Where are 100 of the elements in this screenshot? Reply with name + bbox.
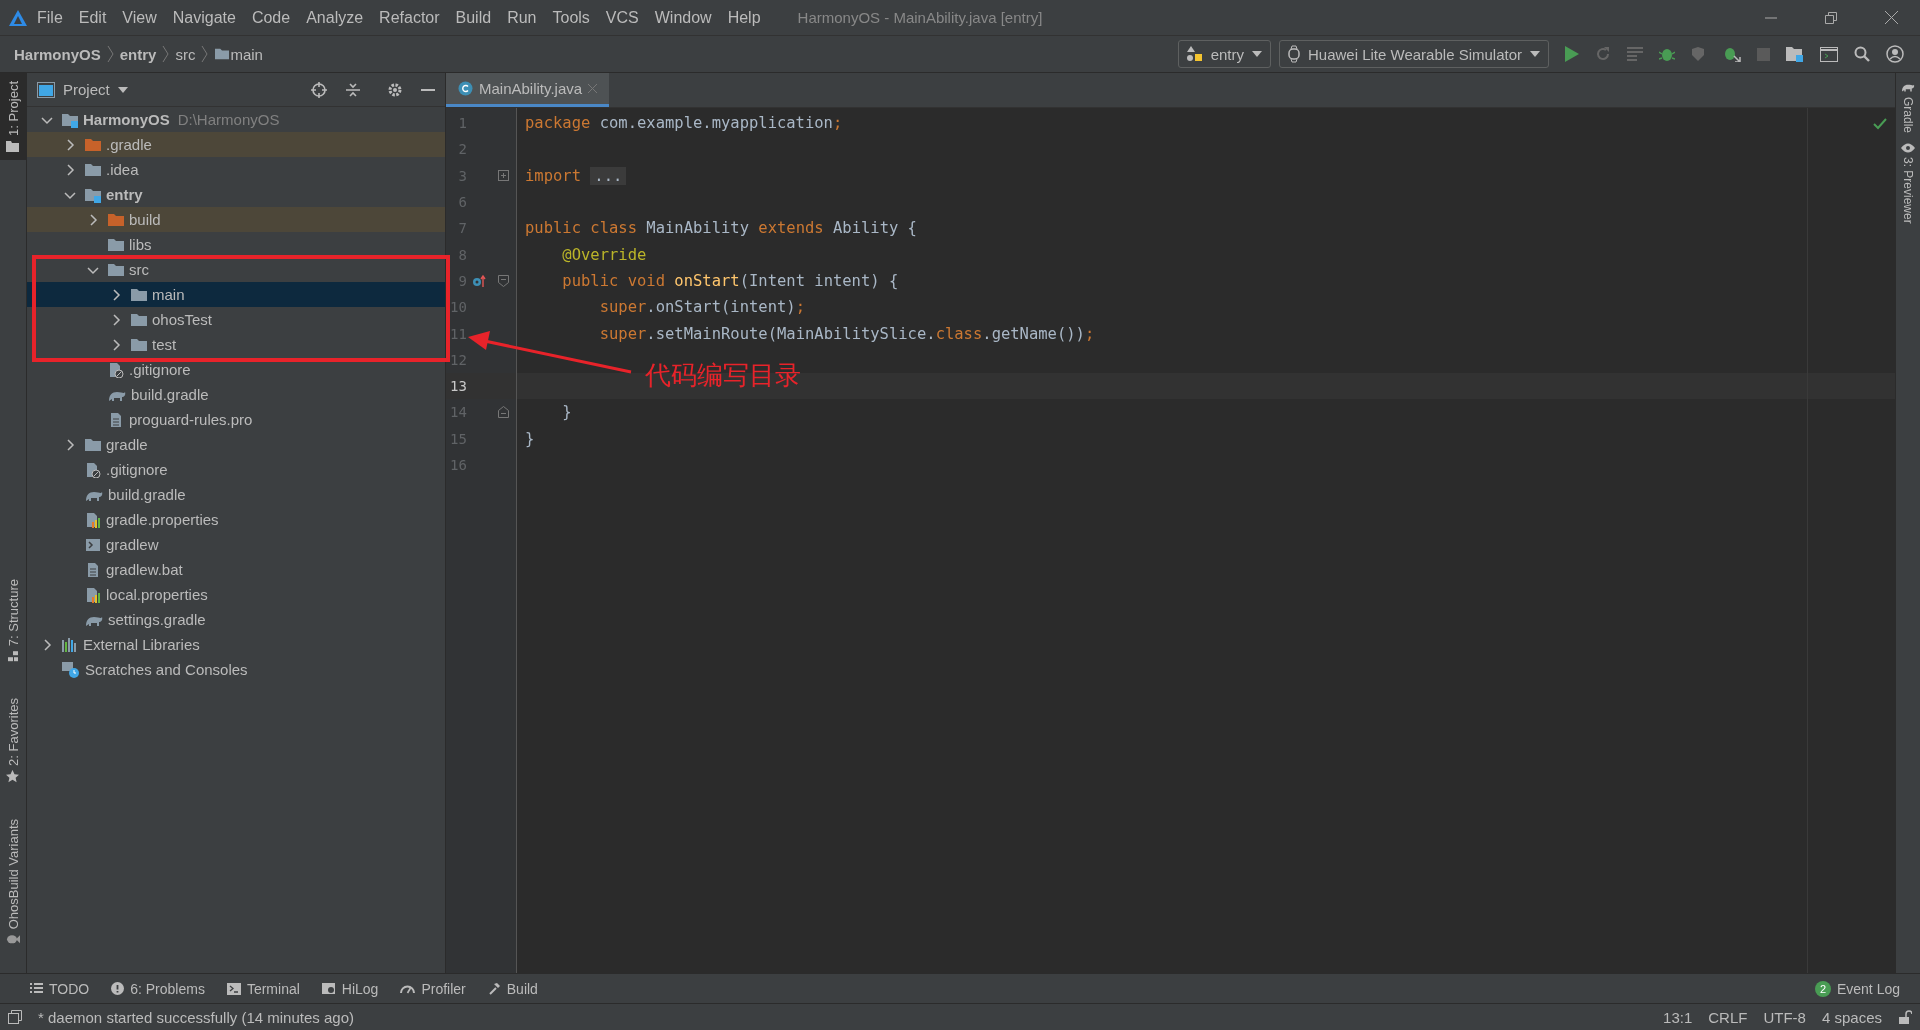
panel-title[interactable]: Project bbox=[63, 81, 110, 98]
device-select[interactable]: Huawei Lite Wearable Simulator bbox=[1279, 40, 1549, 68]
menu-item[interactable]: Code bbox=[244, 4, 298, 31]
menu-item[interactable]: Analyze bbox=[299, 4, 371, 31]
tree-item[interactable]: .gitignore bbox=[27, 357, 445, 382]
breadcrumb-separator-icon bbox=[162, 45, 170, 63]
tool-window-tab[interactable]: 3: Previewer bbox=[1901, 143, 1915, 224]
fold-icon[interactable] bbox=[498, 406, 510, 419]
tree-item[interactable]: main bbox=[27, 282, 445, 307]
window-title: HarmonyOS - MainAbility.java [entry] bbox=[797, 9, 1044, 26]
hide-icon[interactable] bbox=[421, 88, 435, 91]
account-icon[interactable] bbox=[1886, 45, 1904, 63]
collapse-all-icon[interactable] bbox=[345, 81, 361, 98]
tree-item-label: build.gradle bbox=[131, 386, 209, 403]
project-structure-icon[interactable] bbox=[1786, 46, 1804, 62]
gauge-icon bbox=[400, 983, 416, 994]
tree-item[interactable]: .gitignore bbox=[27, 457, 445, 482]
menu-item[interactable]: Help bbox=[720, 4, 768, 31]
dropdown-caret-icon[interactable] bbox=[117, 86, 128, 93]
menu-item[interactable]: Window bbox=[647, 4, 719, 31]
tree-item-label: build bbox=[129, 211, 161, 228]
menu-item[interactable]: Tools bbox=[545, 4, 597, 31]
menu-item[interactable]: Build bbox=[448, 4, 499, 31]
tree-item[interactable]: .gradle bbox=[27, 132, 445, 157]
tree-item[interactable]: External Libraries bbox=[27, 632, 445, 657]
tree-item-label: main bbox=[152, 286, 185, 303]
fold-icon[interactable] bbox=[498, 274, 510, 287]
menu-item[interactable]: VCS bbox=[598, 4, 646, 31]
tree-item[interactable]: gradle.properties bbox=[27, 507, 445, 532]
tree-item-label: test bbox=[152, 336, 177, 353]
breadcrumb-item[interactable]: src bbox=[175, 45, 196, 63]
tool-window-tab[interactable]: OhosBuild Variants bbox=[0, 810, 26, 953]
device-manager-icon[interactable] bbox=[1820, 46, 1838, 62]
module-folder-icon bbox=[61, 111, 79, 128]
tree-item[interactable]: gradle bbox=[27, 432, 445, 457]
menu-item[interactable]: Run bbox=[500, 4, 544, 31]
breadcrumb-item[interactable]: entry bbox=[119, 45, 157, 63]
tree-item[interactable]: local.properties bbox=[27, 582, 445, 607]
breadcrumb-item[interactable]: main bbox=[230, 45, 263, 63]
menu-item[interactable]: Edit bbox=[71, 4, 114, 31]
tree-item[interactable]: entry bbox=[27, 182, 445, 207]
tree-item-label: build.gradle bbox=[108, 486, 186, 503]
tree-item[interactable]: ohosTest bbox=[27, 307, 445, 332]
tool-window-tab[interactable]: 2: Favorites bbox=[0, 689, 26, 791]
tree-item-label: HarmonyOS bbox=[83, 111, 170, 128]
structure-icon bbox=[7, 649, 19, 662]
search-icon[interactable] bbox=[1854, 46, 1870, 62]
tool-window-tab[interactable]: Gradle bbox=[1900, 81, 1916, 134]
tree-item[interactable]: gradlew.bat bbox=[27, 557, 445, 582]
editor-tab[interactable]: MainAbility.java bbox=[446, 73, 610, 107]
fold-expand-icon[interactable] bbox=[498, 170, 510, 182]
tool-tab[interactable]: Terminal bbox=[226, 980, 300, 997]
properties-file-icon bbox=[84, 511, 102, 528]
tree-item[interactable]: libs bbox=[27, 232, 445, 257]
tool-tab[interactable]: 6: Problems bbox=[111, 980, 205, 997]
tree-item[interactable]: src bbox=[27, 257, 445, 282]
tree-item[interactable]: build bbox=[27, 207, 445, 232]
menu-item[interactable]: Navigate bbox=[165, 4, 243, 31]
folder-icon bbox=[84, 436, 102, 453]
tool-window-label: 1: Project bbox=[5, 81, 21, 136]
module-select[interactable]: entry bbox=[1177, 40, 1271, 68]
tree-item[interactable]: .idea bbox=[27, 157, 445, 182]
tree-item[interactable]: build.gradle bbox=[27, 382, 445, 407]
tree-item[interactable]: settings.gradle bbox=[27, 607, 445, 632]
breadcrumb-item[interactable]: HarmonyOS bbox=[14, 45, 101, 63]
menu-item[interactable]: Refactor bbox=[372, 4, 447, 31]
attach-debugger-icon[interactable] bbox=[1723, 46, 1741, 62]
event-log-tab[interactable]: 2 Event Log bbox=[1814, 980, 1900, 997]
tree-item[interactable]: build.gradle bbox=[27, 482, 445, 507]
tree-item[interactable]: HarmonyOS D:\HarmonyOS bbox=[27, 107, 445, 132]
tree-item-label: local.properties bbox=[106, 586, 208, 603]
tool-tab[interactable]: Profiler bbox=[400, 980, 466, 997]
watch-icon bbox=[1288, 45, 1300, 63]
status-item[interactable]: UTF-8 bbox=[1763, 1008, 1806, 1026]
tree-item[interactable]: gradlew bbox=[27, 532, 445, 557]
menu-item[interactable]: View bbox=[115, 4, 164, 31]
settings-icon[interactable] bbox=[387, 81, 403, 98]
tool-tab[interactable]: HiLog bbox=[321, 980, 379, 997]
tree-item[interactable]: test bbox=[27, 332, 445, 357]
code-line: import ... bbox=[525, 166, 627, 185]
tree-item[interactable]: Scratches and Consoles bbox=[27, 657, 445, 682]
status-item[interactable]: 4 spaces bbox=[1821, 1008, 1882, 1026]
panel-toggle-icon[interactable] bbox=[8, 1010, 22, 1024]
tool-tab[interactable]: Build bbox=[487, 980, 538, 997]
tool-window-tab[interactable]: 7: Structure bbox=[0, 570, 26, 670]
close-icon[interactable] bbox=[1884, 11, 1898, 24]
restore-icon[interactable] bbox=[1825, 11, 1837, 24]
tool-tab[interactable]: TODO bbox=[30, 980, 90, 997]
override-marker-icon[interactable] bbox=[472, 274, 487, 287]
tree-item-label: gradlew.bat bbox=[106, 561, 183, 578]
lock-icon[interactable] bbox=[1898, 1010, 1912, 1024]
status-item[interactable]: 13:1 bbox=[1663, 1008, 1693, 1026]
locate-icon[interactable] bbox=[311, 81, 327, 98]
menu-item[interactable]: File bbox=[30, 4, 70, 31]
run-icon[interactable] bbox=[1565, 46, 1579, 62]
tree-item[interactable]: proguard-rules.pro bbox=[27, 407, 445, 432]
debug-icon[interactable] bbox=[1659, 46, 1675, 62]
status-item[interactable]: CRLF bbox=[1708, 1008, 1748, 1026]
tool-window-tab[interactable]: 1: Project bbox=[0, 73, 26, 160]
log-icon bbox=[321, 982, 336, 995]
